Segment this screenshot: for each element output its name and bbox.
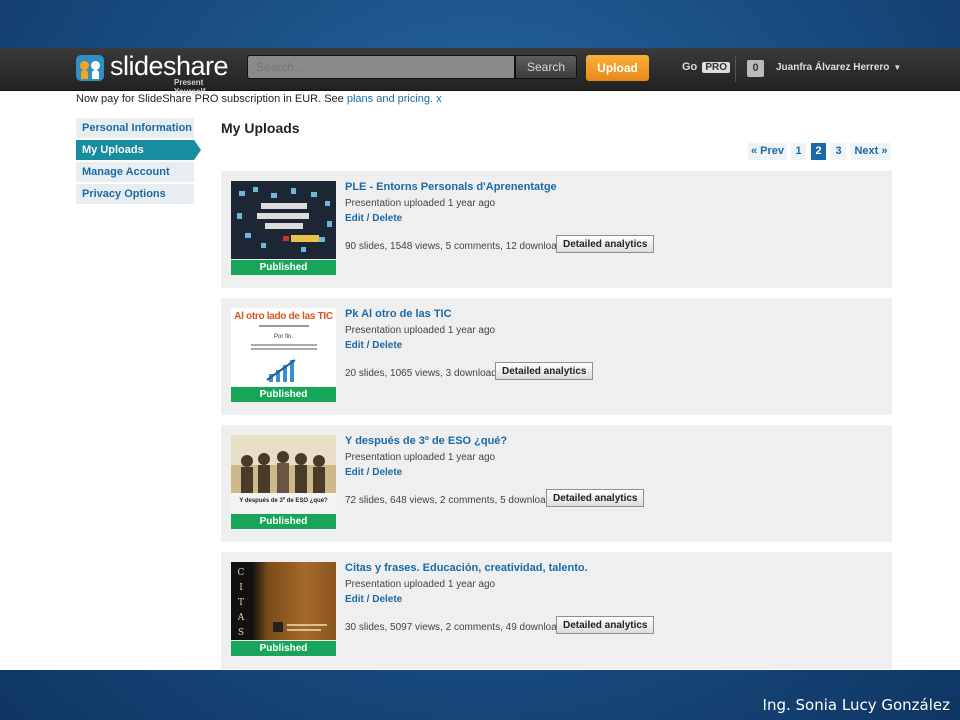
notification-count[interactable]: 0	[747, 60, 764, 77]
slide-thumbnail[interactable]: Y después de 3º de ESO ¿qué?	[231, 435, 336, 513]
search-button[interactable]: Search	[515, 55, 577, 79]
thumbnail-caption: Y después de 3º de ESO ¿qué?	[239, 498, 328, 504]
upload-card: Al otro lado de las TIC Por fin. Publish…	[221, 298, 892, 415]
pro-badge: PRO	[702, 62, 731, 73]
upload-title-link[interactable]: Citas y frases. Educación, creatividad, …	[345, 562, 588, 574]
detailed-analytics-button[interactable]: Detailed analytics	[546, 489, 645, 507]
go-label: Go	[682, 61, 698, 73]
edit-delete-link[interactable]: Edit / Delete	[345, 467, 402, 478]
caret-down-icon: ▼	[893, 63, 902, 72]
upload-date: Presentation uploaded 1 year ago	[345, 325, 496, 336]
notice-close-button[interactable]: x	[436, 93, 442, 105]
slide-thumbnail[interactable]: C I T A S	[231, 562, 336, 640]
page-title: My Uploads	[221, 120, 300, 136]
upload-title-link[interactable]: Pk Al otro de las TIC	[345, 308, 452, 320]
pagination-prev[interactable]: « Prev	[748, 143, 787, 160]
status-badge: Published	[231, 387, 336, 402]
pagination-next[interactable]: Next »	[851, 143, 891, 160]
sidebar-item-personal-information[interactable]: Personal Information	[76, 118, 194, 138]
user-name: Juanfra Álvarez Herrero	[776, 62, 890, 73]
thumbnail-letter: T	[237, 598, 244, 608]
upload-date: Presentation uploaded 1 year ago	[345, 198, 496, 209]
search-input[interactable]	[247, 55, 515, 79]
upload-title-link[interactable]: PLE - Entorns Personals d'Aprenentatge	[345, 181, 557, 193]
plans-pricing-link[interactable]: plans and pricing.	[347, 93, 433, 105]
user-menu[interactable]: Juanfra Álvarez Herrero ▼	[776, 62, 901, 73]
upload-stats: 20 slides, 1065 views, 3 downloads	[345, 368, 502, 379]
slideshare-logo[interactable]: slideshare Present Yourself	[76, 51, 236, 96]
sidebar-item-my-uploads[interactable]: My Uploads	[76, 140, 201, 160]
header-divider	[735, 56, 736, 82]
edit-delete-link[interactable]: Edit / Delete	[345, 340, 402, 351]
upload-date: Presentation uploaded 1 year ago	[345, 452, 496, 463]
thumbnail-letter: S	[237, 628, 245, 638]
upload-button[interactable]: Upload	[586, 55, 649, 81]
author-credit: Ing. Sonia Lucy González	[762, 696, 950, 714]
upload-stats: 30 slides, 5097 views, 2 comments, 49 do…	[345, 622, 568, 633]
upload-date: Presentation uploaded 1 year ago	[345, 579, 496, 590]
detailed-analytics-button[interactable]: Detailed analytics	[556, 616, 655, 634]
slideshare-logo-icon	[76, 55, 104, 81]
notice-text: Now pay for SlideShare PRO subscription …	[76, 93, 344, 105]
status-badge: Published	[231, 641, 336, 656]
sidebar-item-manage-account[interactable]: Manage Account	[76, 162, 194, 182]
thumbnail-letter: C	[237, 568, 245, 578]
detailed-analytics-button[interactable]: Detailed analytics	[556, 235, 655, 253]
upload-stats: 90 slides, 1548 views, 5 comments, 12 do…	[345, 241, 568, 252]
slide-thumbnail[interactable]	[231, 181, 336, 259]
upload-title-link[interactable]: Y después de 3º de ESO ¿qué?	[345, 435, 507, 447]
upload-card: C I T A S Published Citas y frases. Educ…	[221, 552, 892, 669]
pagination-page-2[interactable]: 2	[811, 143, 826, 160]
browser-screen: slideshare Present Yourself Search Uploa…	[0, 48, 960, 670]
edit-delete-link[interactable]: Edit / Delete	[345, 594, 402, 605]
detailed-analytics-button[interactable]: Detailed analytics	[495, 362, 594, 380]
upload-stats: 72 slides, 648 views, 2 comments, 5 down…	[345, 495, 557, 506]
upload-card: Y después de 3º de ESO ¿qué? Published Y…	[221, 425, 892, 542]
account-sidebar: Personal Information My Uploads Manage A…	[76, 118, 201, 206]
thumbnail-letter: A	[237, 613, 245, 623]
pagination-page-3[interactable]: 3	[831, 143, 846, 160]
slide-thumbnail[interactable]: Al otro lado de las TIC Por fin.	[231, 308, 336, 386]
edit-delete-link[interactable]: Edit / Delete	[345, 213, 402, 224]
thumbnail-letter: I	[239, 583, 243, 593]
thumbnail-heading: Al otro lado de las TIC	[234, 311, 333, 322]
status-badge: Published	[231, 260, 336, 275]
sidebar-item-privacy-options[interactable]: Privacy Options	[76, 184, 194, 204]
top-navigation-bar: slideshare Present Yourself Search Uploa…	[0, 48, 960, 96]
pro-notice: Now pay for SlideShare PRO subscription …	[76, 93, 442, 105]
pagination-page-1[interactable]: 1	[791, 143, 806, 160]
upload-card: Published PLE - Entorns Personals d'Apre…	[221, 171, 892, 288]
go-pro-link[interactable]: Go PRO	[682, 61, 731, 73]
thumbnail-text: Por fin.	[273, 334, 293, 340]
status-badge: Published	[231, 514, 336, 529]
